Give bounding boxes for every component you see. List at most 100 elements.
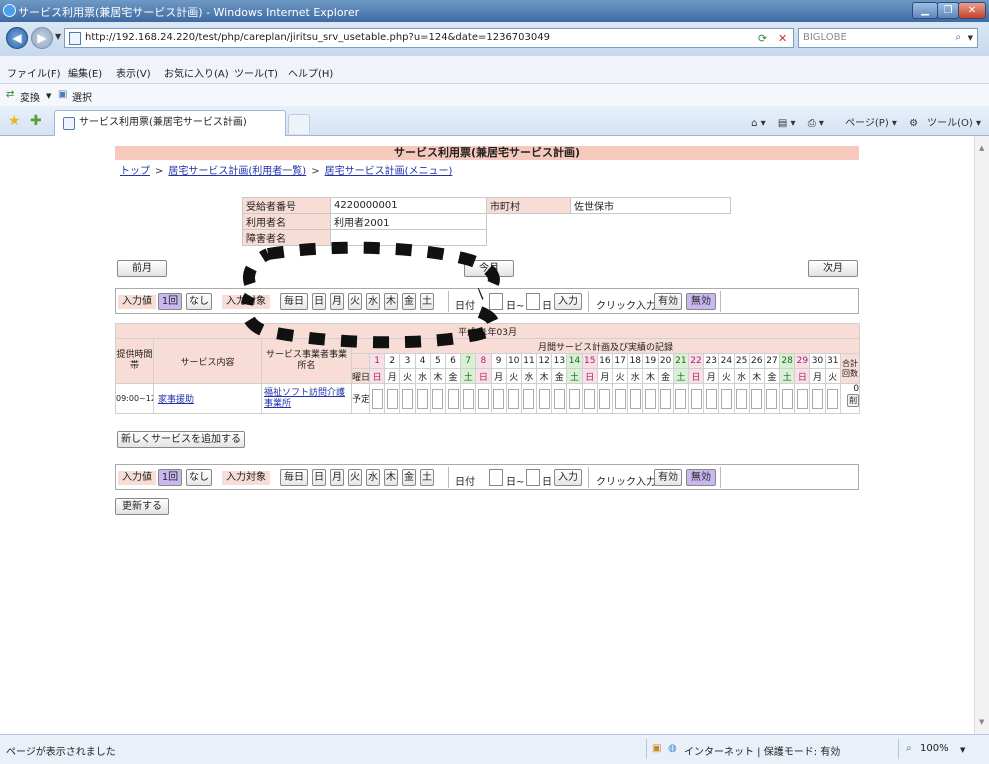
day-sun-button[interactable]: 日 (312, 469, 326, 486)
schedule-day-checkbox[interactable] (599, 388, 611, 409)
date-from-input[interactable] (489, 469, 503, 486)
schedule-day-checkbox[interactable] (447, 388, 459, 409)
schedule-day-cell[interactable] (566, 383, 583, 414)
click-disabled-button[interactable]: 無効 (686, 293, 716, 310)
schedule-day-checkbox[interactable] (477, 388, 489, 409)
schedule-day-checkbox[interactable] (644, 388, 656, 409)
menu-help[interactable]: ヘルプ(H) (288, 65, 333, 80)
schedule-day-cell[interactable] (824, 383, 841, 414)
address-input[interactable]: http://192.168.24.220/test/php/careplan/… (64, 28, 794, 48)
schedule-day-checkbox[interactable] (371, 388, 383, 409)
convert-button[interactable]: 変換 (20, 89, 40, 104)
schedule-day-cell[interactable] (687, 383, 705, 414)
update-button[interactable]: 更新する (115, 498, 169, 515)
schedule-day-checkbox[interactable] (827, 388, 839, 409)
schedule-day-checkbox[interactable] (766, 388, 778, 409)
day-tue-button[interactable]: 火 (348, 293, 362, 310)
date-input-button[interactable]: 入力 (554, 293, 582, 310)
search-input[interactable]: BIGLOBE ⌕ ▼ (798, 28, 978, 48)
schedule-day-cell[interactable] (672, 383, 689, 414)
page-menu[interactable]: ページ(P) ▾ (836, 118, 897, 129)
history-dropdown-icon[interactable]: ▼ (55, 32, 61, 41)
scroll-down-icon[interactable]: ▼ (979, 718, 984, 726)
day-fri-button[interactable]: 金 (402, 469, 416, 486)
breadcrumb-menu-link[interactable]: 居宅サービス計画(メニュー) (325, 166, 453, 177)
tools-menu[interactable]: ⚙ ツール(O) ▾ (909, 118, 981, 129)
everyday-button[interactable]: 毎日 (280, 469, 308, 486)
schedule-day-checkbox[interactable] (629, 388, 641, 409)
schedule-day-checkbox[interactable] (614, 388, 626, 409)
feeds-icon[interactable]: ▤ ▾ (778, 118, 796, 129)
schedule-day-cell[interactable] (611, 383, 629, 414)
schedule-day-checkbox[interactable] (569, 388, 581, 409)
day-fri-button[interactable]: 金 (402, 293, 416, 310)
schedule-day-checkbox[interactable] (538, 388, 550, 409)
once-button[interactable]: 1回 (158, 469, 182, 486)
back-button[interactable]: ◀ (6, 27, 28, 49)
none-button[interactable]: なし (186, 293, 212, 310)
none-button[interactable]: なし (186, 469, 212, 486)
vertical-scrollbar[interactable]: ▲ ▼ (974, 136, 989, 734)
service-link[interactable]: 家事援助 (158, 395, 194, 405)
schedule-day-cell[interactable] (733, 383, 750, 414)
minimize-button[interactable]: ▁ (912, 2, 938, 19)
schedule-day-cell[interactable] (779, 383, 796, 414)
add-service-button[interactable]: 新しくサービスを追加する (117, 431, 245, 448)
schedule-day-cell[interactable] (414, 383, 431, 414)
schedule-day-cell[interactable] (368, 383, 386, 414)
tab-active[interactable]: サービス利用票(兼居宅サービス計画) (54, 110, 286, 136)
search-icon[interactable]: ⌕ (955, 29, 961, 47)
schedule-day-checkbox[interactable] (401, 388, 413, 409)
schedule-day-checkbox[interactable] (462, 388, 474, 409)
zone-text[interactable]: インターネット | 保護モード: 有効 (684, 743, 840, 758)
select-button[interactable]: 選択 (72, 89, 92, 104)
home-icon[interactable]: ⌂ ▾ (751, 118, 766, 129)
schedule-day-cell[interactable] (642, 383, 659, 414)
refresh-icon[interactable]: ⟳ (758, 32, 767, 45)
once-button[interactable]: 1回 (158, 293, 182, 310)
scroll-up-icon[interactable]: ▲ (979, 144, 984, 152)
schedule-day-cell[interactable] (444, 383, 462, 414)
provider-link[interactable]: 福祉ソフト訪問介護事業所 (264, 388, 345, 409)
menu-favorites[interactable]: お気に入り(A) (164, 65, 229, 80)
schedule-day-cell[interactable] (763, 383, 781, 414)
date-to-input[interactable] (526, 293, 540, 310)
add-favorites-icon[interactable]: ✚ (30, 113, 42, 129)
prev-month-button[interactable]: 前月 (117, 260, 167, 277)
click-enabled-button[interactable]: 有効 (654, 293, 682, 310)
schedule-day-checkbox[interactable] (386, 388, 398, 409)
schedule-day-cell[interactable] (490, 383, 507, 414)
zoom-dropdown-icon[interactable]: ▼ (960, 746, 965, 754)
everyday-button[interactable]: 毎日 (280, 293, 308, 310)
schedule-day-cell[interactable] (657, 383, 674, 414)
schedule-day-cell[interactable] (384, 383, 401, 414)
current-month-button[interactable]: 今月 (464, 260, 514, 277)
schedule-day-cell[interactable] (399, 383, 416, 414)
schedule-day-checkbox[interactable] (523, 388, 535, 409)
day-mon-button[interactable]: 月 (330, 293, 344, 310)
stop-icon[interactable]: ✕ (778, 32, 787, 45)
schedule-day-checkbox[interactable] (690, 388, 702, 409)
day-mon-button[interactable]: 月 (330, 469, 344, 486)
click-disabled-button[interactable]: 無効 (686, 469, 716, 486)
menu-edit[interactable]: 編集(E) (68, 65, 102, 80)
schedule-day-checkbox[interactable] (705, 388, 717, 409)
day-wed-button[interactable]: 水 (366, 469, 380, 486)
schedule-day-checkbox[interactable] (493, 388, 505, 409)
schedule-day-cell[interactable] (748, 383, 765, 414)
date-from-input[interactable] (489, 293, 503, 310)
schedule-day-checkbox[interactable] (812, 388, 824, 409)
schedule-day-cell[interactable] (581, 383, 598, 414)
schedule-day-cell[interactable] (429, 383, 446, 414)
schedule-day-cell[interactable] (505, 383, 522, 414)
day-sat-button[interactable]: 土 (420, 469, 434, 486)
schedule-day-cell[interactable] (718, 383, 735, 414)
breadcrumb-top-link[interactable]: トップ (120, 166, 150, 177)
date-to-input[interactable] (526, 469, 540, 486)
print-icon[interactable]: ⎙ ▾ (808, 118, 824, 129)
search-dropdown-icon[interactable]: ▼ (968, 29, 973, 47)
day-sat-button[interactable]: 土 (420, 293, 434, 310)
menu-tools[interactable]: ツール(T) (234, 65, 278, 80)
breadcrumb-user-list-link[interactable]: 居宅サービス計画(利用者一覧) (168, 166, 306, 177)
schedule-day-checkbox[interactable] (736, 388, 748, 409)
